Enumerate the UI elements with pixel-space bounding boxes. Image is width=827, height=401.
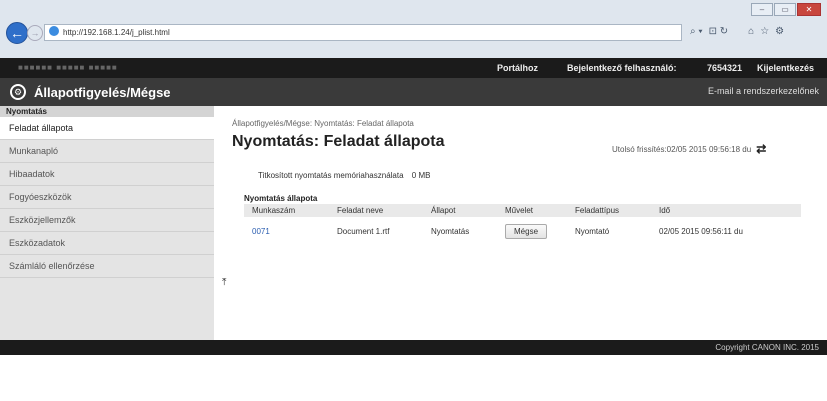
col-job-name: Feladat neve: [329, 204, 423, 217]
sidebar-item-consumables[interactable]: Fogyóeszközök: [0, 186, 214, 209]
login-user-id: 7654321: [707, 63, 743, 73]
search-dropdown-icon[interactable]: ⌕ ▾: [690, 26, 703, 37]
footer: Copyright CANON INC. 2015: [0, 340, 827, 355]
minimize-button[interactable]: –: [751, 3, 773, 16]
refresh-icon[interactable]: ⇄: [756, 142, 766, 156]
job-action-cell: Mégse: [497, 217, 567, 245]
memory-value: 0 MB: [411, 171, 431, 180]
breadcrumb: Állapotfigyelés/Mégse: Nyomtatás: Felada…: [232, 119, 414, 128]
close-window-button[interactable]: ✕: [797, 3, 821, 16]
status-monitor-icon: ⚙: [10, 84, 26, 100]
compat-refresh-icon[interactable]: ⊡ ↻: [709, 26, 729, 37]
device-name-blurred: ■■■■■■ ■■■■■ ■■■■■: [18, 63, 118, 72]
job-status-table: Munkaszám Feladat neve Állapot Művelet F…: [244, 204, 801, 245]
job-name: Document 1.rtf: [337, 226, 390, 236]
browser-chrome: – ▭ ✕ ← → http://192.168.1.24/j_plist.ht…: [0, 0, 827, 58]
page-top-icon[interactable]: ⤒: [222, 277, 226, 288]
navigation-bar: ← → http://192.168.1.24/j_plist.html ⌕ ▾…: [0, 21, 827, 44]
forward-arrow-icon[interactable]: →: [27, 25, 43, 41]
maximize-button[interactable]: ▭: [774, 3, 796, 16]
sidebar-item-error-info[interactable]: Hibaadatok: [0, 163, 214, 186]
email-admin-link[interactable]: E-mail a rendszerkezelőnek: [708, 86, 819, 96]
main-content: Állapotfigyelés/Mégse: Nyomtatás: Felada…: [214, 106, 827, 340]
col-job-type: Feladattípus: [567, 204, 651, 217]
home-icon[interactable]: ⌂: [748, 26, 754, 37]
table-header-row: Munkaszám Feladat neve Állapot Művelet F…: [244, 204, 801, 217]
col-status: Állapot: [423, 204, 497, 217]
app-title: Állapotfigyelés/Mégse: [34, 85, 171, 100]
col-job-number: Munkaszám: [244, 204, 329, 217]
encrypted-memory-usage: Titkosított nyomtatás memóriahasználata …: [258, 171, 436, 180]
ie-globe-icon: [49, 26, 59, 36]
app-header: ⚙ Állapotfigyelés/Mégse E-mail a rendsze…: [0, 78, 827, 106]
sidebar-item-device-features[interactable]: Eszközjellemzők: [0, 209, 214, 232]
address-url: http://192.168.1.24/j_plist.html: [63, 28, 170, 37]
job-time: 02/05 2015 09:56:11 du: [659, 226, 743, 236]
last-updated-text: Utolsó frissítés:02/05 2015 09:56:18 du: [612, 144, 752, 154]
cancel-button[interactable]: Mégse: [505, 223, 548, 239]
print-status-title: Nyomtatás állapota: [244, 194, 318, 203]
sidebar-item-counter-check[interactable]: Számláló ellenőrzése: [0, 255, 214, 278]
account-bar: ■■■■■■ ■■■■■ ■■■■■ Portálhoz Bejelentkez…: [0, 58, 827, 78]
last-updated: Utolsó frissítés:02/05 2015 09:56:18 du …: [612, 142, 766, 156]
sidebar-item-device-info[interactable]: Eszközadatok: [0, 232, 214, 255]
sidebar-item-job-status[interactable]: Feladat állapota: [0, 117, 214, 140]
col-action: Művelet: [497, 204, 567, 217]
sidebar: Nyomtatás Feladat állapota Munkanapló Hi…: [0, 106, 214, 340]
memory-label: Titkosított nyomtatás memóriahasználata: [258, 171, 404, 180]
settings-gear-icon[interactable]: ⚙: [775, 26, 784, 37]
browser-toolbar: ⌕ ▾ ⊡ ↻ ⌂ ☆ ⚙: [690, 24, 820, 39]
sidebar-item-job-log[interactable]: Munkanapló: [0, 140, 214, 163]
table-row: 0071 Document 1.rtf Nyomtatás Mégse Nyom…: [244, 217, 801, 245]
copyright: Copyright CANON INC. 2015: [715, 343, 819, 352]
logout-link[interactable]: Kijelentkezés: [757, 63, 814, 73]
job-number-link[interactable]: 0071: [244, 217, 329, 245]
login-user-label: Bejelentkező felhasználó:: [567, 63, 677, 73]
col-time: Idő: [651, 204, 801, 217]
job-type: Nyomtató: [575, 226, 610, 236]
favorites-star-icon[interactable]: ☆: [760, 26, 769, 37]
sidebar-section-title: Nyomtatás: [0, 106, 214, 117]
window-controls: – ▭ ✕: [751, 3, 821, 16]
portal-link[interactable]: Portálhoz: [497, 63, 538, 73]
address-bar[interactable]: http://192.168.1.24/j_plist.html: [44, 24, 682, 41]
job-status: Nyomtatás: [431, 226, 470, 236]
page-title: Nyomtatás: Feladat állapota: [232, 133, 445, 150]
back-arrow-icon[interactable]: ←: [6, 22, 28, 44]
